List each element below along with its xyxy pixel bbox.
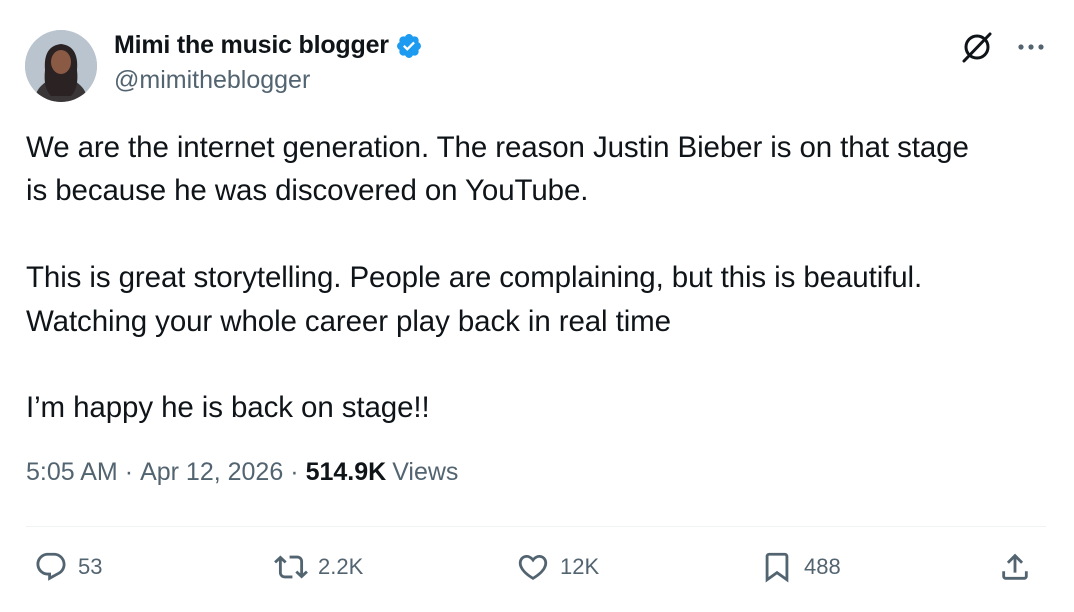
tweet-time[interactable]: 5:05 AM	[26, 458, 118, 487]
repost-button[interactable]: 2.2K	[274, 550, 363, 584]
top-right-actions	[960, 30, 1046, 64]
verified-badge-icon[interactable]	[395, 32, 423, 60]
like-button[interactable]: 12K	[516, 550, 599, 584]
handle[interactable]: @mimitheblogger	[114, 66, 310, 95]
avatar[interactable]	[25, 30, 97, 102]
reply-count: 53	[78, 554, 103, 579]
more-icon[interactable]	[1016, 32, 1046, 62]
display-name[interactable]: Mimi the music blogger	[114, 31, 389, 60]
repost-count: 2.2K	[318, 554, 364, 579]
share-button[interactable]	[998, 550, 1032, 584]
reply-button[interactable]: 53	[34, 550, 102, 584]
bookmark-count: 488	[804, 554, 841, 579]
meta-separator: ·	[124, 458, 134, 486]
divider	[26, 526, 1046, 527]
views-count[interactable]: 514.9K	[306, 458, 387, 487]
grok-icon[interactable]	[960, 30, 994, 64]
tweet-date[interactable]: Apr 12, 2026	[140, 458, 283, 487]
reply-icon	[36, 552, 66, 581]
tweet-meta: 5:05 AM · Apr 12, 2026 · 514.9K Views	[26, 458, 458, 487]
meta-separator: ·	[290, 458, 299, 486]
author-name-row: Mimi the music blogger	[114, 31, 423, 60]
tweet-text: We are the internet generation. The reas…	[26, 131, 969, 425]
repost-icon	[274, 555, 308, 579]
bookmark-button[interactable]: 488	[760, 550, 841, 584]
like-icon	[518, 554, 548, 580]
bookmark-icon	[765, 552, 789, 583]
share-icon	[1002, 553, 1028, 580]
avatar-image	[25, 30, 97, 102]
views-label: Views	[392, 458, 459, 486]
like-count: 12K	[560, 554, 600, 579]
